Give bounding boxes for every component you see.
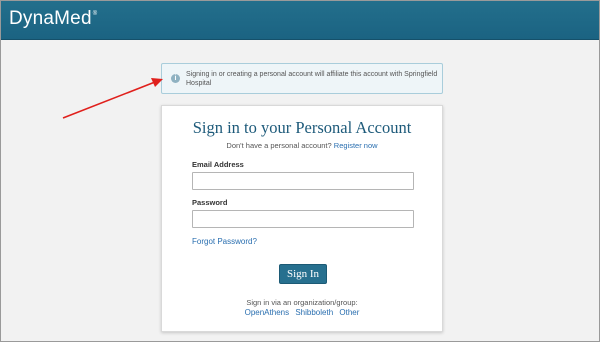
email-field[interactable] [192, 172, 414, 190]
register-prompt: Don't have a personal account? [226, 141, 332, 150]
arrow-shaft [62, 81, 156, 119]
register-row: Don't have a personal account? Register … [162, 141, 442, 150]
email-label: Email Address [192, 160, 244, 169]
trademark-symbol: ® [92, 11, 98, 17]
notice-text: Signing in or creating a personal accoun… [186, 71, 438, 87]
signin-title: Sign in to your Personal Account [192, 118, 412, 137]
signin-card: Sign in to your Personal Account Don't h… [161, 105, 443, 332]
logo-text: DynaMed [9, 8, 92, 29]
shibboleth-link[interactable]: Shibboleth [295, 308, 333, 317]
info-icon: i [171, 74, 180, 83]
password-field[interactable] [192, 210, 414, 228]
register-now-link[interactable]: Register now [334, 141, 378, 150]
other-org-link[interactable]: Other [339, 308, 359, 317]
org-signin-links: OpenAthens Shibboleth Other [162, 308, 442, 317]
org-signin-prompt: Sign in via an organization/group: [246, 298, 358, 307]
top-header-bar: DynaMed® [1, 1, 599, 40]
openathens-link[interactable]: OpenAthens [245, 308, 289, 317]
affiliation-notice: i Signing in or creating a personal acco… [161, 63, 443, 94]
sign-in-button[interactable]: Sign In [279, 264, 327, 284]
forgot-password-link[interactable]: Forgot Password? [192, 237, 257, 246]
dynamed-logo[interactable]: DynaMed® [9, 8, 97, 30]
password-label: Password [192, 198, 228, 207]
